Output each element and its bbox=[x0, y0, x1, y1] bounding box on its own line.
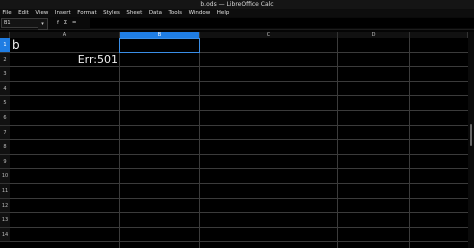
row-header-5[interactable]: 5 bbox=[0, 96, 10, 111]
scrollbar-thumb[interactable] bbox=[470, 124, 472, 146]
row-header-12[interactable]: 12 bbox=[0, 198, 10, 214]
gridline-col-1 bbox=[119, 38, 120, 248]
row-header-9[interactable]: 9 bbox=[0, 154, 10, 170]
gridline-row-8 bbox=[10, 153, 468, 155]
function-wizard-icon[interactable]: f bbox=[57, 17, 59, 29]
spreadsheet-grid[interactable]: A B C D 1 2 3 4 5 6 7 8 9 10 11 12 13 14 b Err:501 bbox=[0, 32, 468, 248]
window-title: b.ods — LibreOffice Calc bbox=[0, 0, 474, 9]
menu-data[interactable]: Data bbox=[146, 9, 164, 17]
row-header-10[interactable]: 10 bbox=[0, 169, 10, 184]
gridline-row-9 bbox=[10, 168, 468, 170]
gridline-row-4 bbox=[10, 95, 468, 97]
chevron-down-icon[interactable]: ▾ bbox=[38, 18, 48, 30]
formula-toolbar: B1 ▾ f Σ = bbox=[0, 17, 474, 30]
formula-buttons: f Σ = bbox=[57, 17, 80, 29]
menu-tools[interactable]: Tools bbox=[166, 9, 184, 17]
row-header-4[interactable]: 4 bbox=[0, 81, 10, 97]
row-header-7[interactable]: 7 bbox=[0, 125, 10, 141]
gridline-row-3 bbox=[10, 80, 468, 82]
column-header-d[interactable]: D bbox=[338, 32, 410, 38]
cell-a1[interactable]: b bbox=[12, 38, 20, 53]
gridline-row-7 bbox=[10, 139, 468, 141]
gridline-row-11 bbox=[10, 197, 468, 199]
menu-window[interactable]: Window bbox=[186, 9, 212, 17]
cell-a2[interactable]: Err:501 bbox=[10, 53, 118, 68]
gridline-row-10 bbox=[10, 183, 468, 184]
gridline-col-3 bbox=[337, 38, 338, 248]
formula-input[interactable] bbox=[90, 18, 474, 28]
equals-icon[interactable]: = bbox=[72, 17, 77, 29]
menu-view[interactable]: View bbox=[33, 9, 51, 17]
gridline-row-14 bbox=[10, 241, 468, 243]
row-header-2[interactable]: 2 bbox=[0, 52, 10, 68]
menubar: File Edit View Insert Format Styles Shee… bbox=[0, 9, 474, 17]
row-header-1[interactable]: 1 bbox=[0, 38, 10, 53]
gridline-row-5 bbox=[10, 110, 468, 111]
menu-format[interactable]: Format bbox=[75, 9, 99, 17]
row-header-6[interactable]: 6 bbox=[0, 111, 10, 126]
sum-icon[interactable]: Σ bbox=[64, 17, 67, 29]
menu-edit[interactable]: Edit bbox=[16, 9, 31, 17]
column-header-a[interactable]: A bbox=[10, 32, 120, 38]
gridline-col-4 bbox=[409, 38, 410, 248]
name-box[interactable]: B1 bbox=[1, 18, 39, 28]
gridline-row-12 bbox=[10, 212, 468, 214]
gridline-row-6 bbox=[10, 124, 468, 126]
menu-sheet[interactable]: Sheet bbox=[124, 9, 145, 17]
menu-help[interactable]: Help bbox=[214, 9, 231, 17]
gridline-col-2 bbox=[199, 38, 200, 248]
gridline-row-13 bbox=[10, 226, 468, 228]
selected-cell-outline bbox=[119, 38, 200, 53]
menu-file[interactable]: File bbox=[0, 9, 14, 17]
row-header-8[interactable]: 8 bbox=[0, 140, 10, 155]
row-header-14[interactable]: 14 bbox=[0, 227, 10, 243]
menu-styles[interactable]: Styles bbox=[101, 9, 122, 17]
menu-insert[interactable]: Insert bbox=[53, 9, 74, 17]
row-header-11[interactable]: 11 bbox=[0, 184, 10, 199]
row-header-13[interactable]: 13 bbox=[0, 213, 10, 228]
column-header-c[interactable]: C bbox=[200, 32, 338, 38]
column-header-partial[interactable] bbox=[410, 32, 468, 38]
row-header-3[interactable]: 3 bbox=[0, 67, 10, 82]
